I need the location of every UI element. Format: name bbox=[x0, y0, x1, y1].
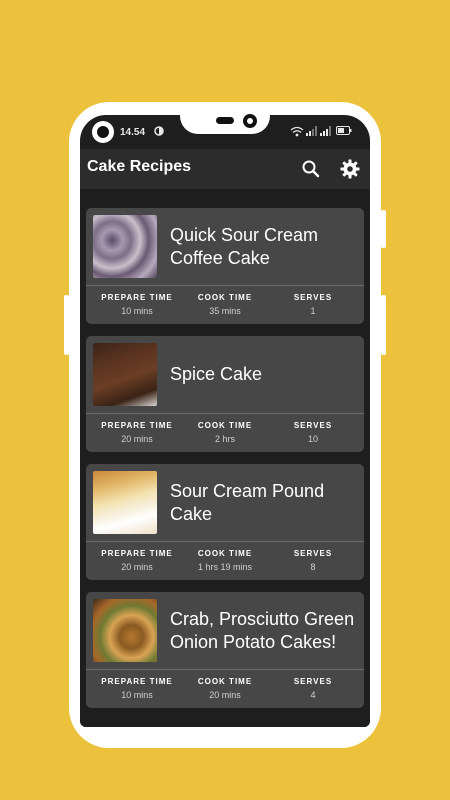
earpiece-speaker bbox=[216, 117, 234, 124]
stat-label: PREPARE TIME bbox=[101, 677, 173, 686]
cook-time: COOK TIME 20 mins bbox=[179, 677, 271, 700]
battery-icon bbox=[336, 126, 352, 135]
recipe-title: Crab, Prosciutto Green Onion Potato Cake… bbox=[170, 608, 355, 652]
page-title: Cake Recipes bbox=[87, 158, 192, 175]
wifi-icon bbox=[290, 126, 304, 137]
recipe-title: Sour Cream Pound Cake bbox=[170, 480, 325, 524]
recipe-image bbox=[93, 343, 157, 406]
stat-label: PREPARE TIME bbox=[101, 293, 173, 302]
stat-label: COOK TIME bbox=[197, 677, 253, 686]
prep-time: PREPARE TIME 20 mins bbox=[91, 549, 183, 572]
notification-icon bbox=[154, 126, 164, 136]
phone-side-button bbox=[381, 210, 386, 248]
stat-value: 10 bbox=[307, 434, 318, 444]
recipe-image bbox=[93, 599, 157, 662]
stat-label: COOK TIME bbox=[197, 421, 253, 430]
prep-time: PREPARE TIME 10 mins bbox=[91, 293, 183, 316]
stat-value: 2 hrs bbox=[214, 434, 235, 444]
status-time: 14.54 bbox=[120, 127, 146, 138]
recipe-card[interactable]: Sour Cream Pound Cake PREPARE TIME 20 mi… bbox=[86, 464, 364, 580]
prep-time: PREPARE TIME 10 mins bbox=[91, 677, 183, 700]
cook-time: COOK TIME 1 hrs 19 mins bbox=[179, 549, 271, 572]
recipe-image bbox=[93, 215, 157, 278]
phone-screen: 14.54 Cake Recipes Quick Sour Cream Coff… bbox=[80, 115, 370, 727]
stat-value: 10 mins bbox=[121, 306, 153, 316]
stat-value: 4 bbox=[310, 690, 316, 700]
prep-time: PREPARE TIME 20 mins bbox=[91, 421, 183, 444]
stat-value: 20 mins bbox=[209, 690, 241, 700]
divider bbox=[86, 413, 364, 414]
stat-label: SERVES bbox=[293, 421, 333, 430]
divider bbox=[86, 669, 364, 670]
stat-value: 35 mins bbox=[209, 306, 241, 316]
stat-label: SERVES bbox=[293, 549, 333, 558]
recipe-title: Quick Sour Cream Coffee Cake bbox=[170, 224, 319, 268]
divider bbox=[86, 285, 364, 286]
phone-side-button bbox=[64, 295, 69, 355]
signal-icon bbox=[320, 126, 331, 136]
recipe-card[interactable]: Spice Cake PREPARE TIME 20 mins COOK TIM… bbox=[86, 336, 364, 452]
serves: SERVES 4 bbox=[267, 677, 359, 700]
stat-label: SERVES bbox=[293, 293, 333, 302]
stat-value: 20 mins bbox=[121, 434, 153, 444]
serves: SERVES 1 bbox=[267, 293, 359, 316]
stat-label: COOK TIME bbox=[197, 549, 253, 558]
recipe-title: Spice Cake bbox=[170, 364, 263, 384]
divider bbox=[86, 541, 364, 542]
front-camera bbox=[243, 114, 257, 128]
phone-side-button bbox=[381, 295, 386, 355]
cook-time: COOK TIME 35 mins bbox=[179, 293, 271, 316]
stat-value: 1 bbox=[310, 306, 316, 316]
serves: SERVES 8 bbox=[267, 549, 359, 572]
stat-label: COOK TIME bbox=[197, 293, 253, 302]
stat-label: PREPARE TIME bbox=[101, 421, 173, 430]
serves: SERVES 10 bbox=[267, 421, 359, 444]
stat-value: 20 mins bbox=[121, 562, 153, 572]
cook-time: COOK TIME 2 hrs bbox=[179, 421, 271, 444]
signal-icon bbox=[306, 126, 317, 136]
camera-cutout bbox=[92, 121, 114, 143]
stat-value: 10 mins bbox=[121, 690, 153, 700]
app-bar: Cake Recipes bbox=[80, 149, 370, 189]
recipe-card[interactable]: Crab, Prosciutto Green Onion Potato Cake… bbox=[86, 592, 364, 708]
stat-value: 1 hrs 19 mins bbox=[197, 562, 253, 572]
recipe-image bbox=[93, 471, 157, 534]
stat-value: 8 bbox=[310, 562, 316, 572]
search-icon[interactable] bbox=[299, 157, 323, 181]
stat-label: PREPARE TIME bbox=[101, 549, 173, 558]
gear-icon[interactable] bbox=[338, 157, 362, 181]
stat-label: SERVES bbox=[293, 677, 333, 686]
recipe-card[interactable]: Quick Sour Cream Coffee Cake PREPARE TIM… bbox=[86, 208, 364, 324]
recipe-list[interactable]: Quick Sour Cream Coffee Cake PREPARE TIM… bbox=[80, 189, 370, 727]
